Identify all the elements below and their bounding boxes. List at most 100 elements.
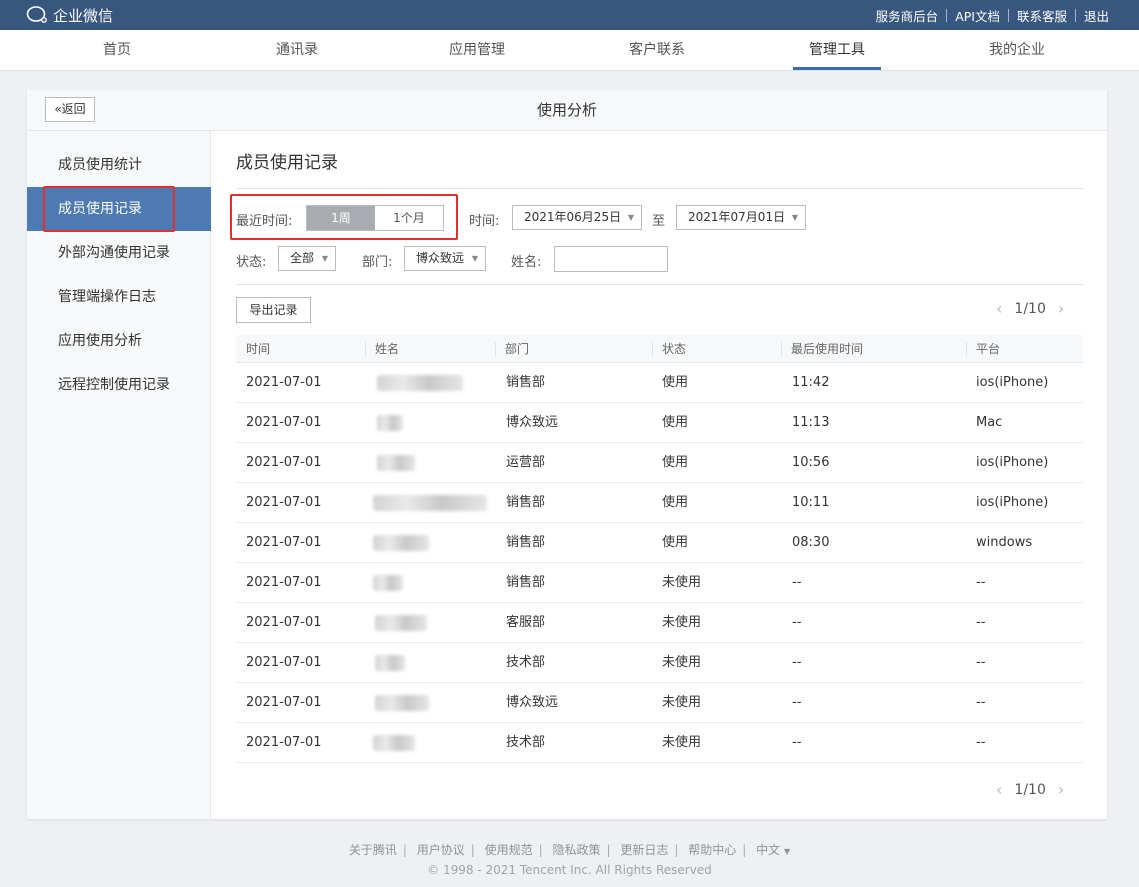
nav-home[interactable]: 首页 bbox=[73, 30, 161, 70]
cell-last-used: 11:42 bbox=[792, 375, 830, 390]
cell-last-used: -- bbox=[792, 655, 802, 670]
back-button[interactable]: «返回 bbox=[45, 97, 95, 122]
header-name: 姓名 bbox=[365, 335, 399, 363]
redacted-name bbox=[373, 735, 415, 751]
sidebar-item-app-analysis[interactable]: 应用使用分析 bbox=[27, 319, 211, 363]
cell-department: 博众致远 bbox=[506, 415, 559, 430]
recent-1week-option[interactable]: 1周 bbox=[307, 206, 375, 230]
pagination-bottom: ‹ 1/10 › bbox=[996, 780, 1064, 799]
redacted-name bbox=[377, 375, 463, 391]
department-label: 部门: bbox=[362, 255, 393, 270]
cell-last-used: -- bbox=[792, 575, 802, 590]
sidebar-item-external-records[interactable]: 外部沟通使用记录 bbox=[27, 231, 211, 275]
redacted-name bbox=[373, 535, 429, 551]
cell-department: 客服部 bbox=[506, 615, 546, 630]
nav-contacts[interactable]: 通讯录 bbox=[253, 30, 341, 70]
sidebar-item-remote-control[interactable]: 远程控制使用记录 bbox=[27, 363, 211, 407]
name-input[interactable] bbox=[554, 246, 668, 272]
cell-last-used: -- bbox=[792, 735, 802, 750]
table-row: 2021-07-01 销售部 使用 08:30 windows bbox=[236, 523, 1083, 563]
cell-last-used: 10:56 bbox=[792, 455, 830, 470]
caret-down-icon: ▼ bbox=[627, 213, 634, 222]
nav-my-company[interactable]: 我的企业 bbox=[973, 30, 1061, 70]
footer-link-help[interactable]: 帮助中心 bbox=[688, 843, 736, 857]
recent-1month-option[interactable]: 1个月 bbox=[375, 206, 443, 230]
date-to-select[interactable]: 2021年07月01日 ▼ bbox=[676, 205, 806, 230]
caret-down-icon: ▼ bbox=[471, 254, 478, 263]
language-select[interactable]: 中文 ▼ bbox=[756, 843, 790, 857]
prev-page-icon[interactable]: ‹ bbox=[996, 780, 1002, 799]
divider bbox=[946, 8, 948, 22]
contact-support-link[interactable]: 联系客服 bbox=[1017, 6, 1067, 25]
footer-link-about[interactable]: 关于腾讯 bbox=[349, 843, 397, 857]
department-select[interactable]: 博众致远 ▼ bbox=[404, 246, 486, 271]
nav-management-tools[interactable]: 管理工具 bbox=[793, 30, 881, 70]
export-records-button[interactable]: 导出记录 bbox=[236, 297, 311, 323]
language-label: 中文 bbox=[756, 843, 781, 857]
header-status: 状态 bbox=[652, 335, 686, 363]
cell-time: 2021-07-01 bbox=[246, 615, 322, 630]
cell-status: 使用 bbox=[662, 535, 689, 550]
cell-status: 使用 bbox=[662, 495, 689, 510]
cell-time: 2021-07-01 bbox=[246, 375, 322, 390]
usage-analysis-panel: «返回 使用分析 成员使用统计 成员使用记录 外部沟通使用记录 管理端操作日志 … bbox=[27, 90, 1107, 819]
table-header: 时间 姓名 部门 状态 最后使用时间 平台 bbox=[236, 335, 1083, 363]
date-to-value: 2021年07月01日 bbox=[688, 210, 786, 224]
cell-platform: ios(iPhone) bbox=[976, 455, 1049, 470]
cell-department: 博众致远 bbox=[506, 695, 559, 710]
sidebar-item-admin-logs[interactable]: 管理端操作日志 bbox=[27, 275, 211, 319]
cell-status: 使用 bbox=[662, 455, 689, 470]
caret-down-icon: ▼ bbox=[791, 213, 798, 222]
header-department: 部门 bbox=[495, 335, 529, 363]
cell-department: 销售部 bbox=[506, 575, 546, 590]
divider bbox=[1007, 8, 1009, 22]
cell-time: 2021-07-01 bbox=[246, 695, 322, 710]
next-page-icon[interactable]: › bbox=[1058, 299, 1064, 318]
redacted-name bbox=[375, 615, 427, 631]
prev-page-icon[interactable]: ‹ bbox=[996, 299, 1002, 318]
name-label: 姓名: bbox=[511, 255, 542, 270]
cell-platform: windows bbox=[976, 535, 1033, 550]
cell-time: 2021-07-01 bbox=[246, 535, 322, 550]
nav-app-management[interactable]: 应用管理 bbox=[433, 30, 521, 70]
logout-link[interactable]: 退出 bbox=[1084, 6, 1109, 25]
cell-status: 未使用 bbox=[662, 695, 702, 710]
status-label: 状态: bbox=[236, 255, 267, 270]
redacted-name bbox=[373, 575, 403, 591]
logo-text: 企业微信 bbox=[53, 6, 114, 25]
table-row: 2021-07-01 客服部 未使用 -- -- bbox=[236, 603, 1083, 643]
cell-time: 2021-07-01 bbox=[246, 735, 322, 750]
sidebar-item-member-records[interactable]: 成员使用记录 bbox=[27, 187, 211, 231]
footer-link-changelog[interactable]: 更新日志 bbox=[620, 843, 668, 857]
table-row: 2021-07-01 技术部 未使用 -- -- bbox=[236, 723, 1083, 763]
cell-department: 运营部 bbox=[506, 455, 546, 470]
cell-status: 未使用 bbox=[662, 575, 702, 590]
footer-link-agreement[interactable]: 用户协议 bbox=[417, 843, 465, 857]
cell-platform: -- bbox=[976, 615, 986, 630]
header-time: 时间 bbox=[246, 342, 271, 356]
logo[interactable]: 企业微信 bbox=[26, 5, 113, 25]
divider bbox=[236, 284, 1083, 285]
table-row: 2021-07-01 博众致远 未使用 -- -- bbox=[236, 683, 1083, 723]
service-provider-link[interactable]: 服务商后台 bbox=[876, 6, 939, 25]
cell-platform: ios(iPhone) bbox=[976, 495, 1049, 510]
recent-time-toggle: 1周 1个月 bbox=[306, 205, 444, 231]
cell-department: 销售部 bbox=[506, 535, 546, 550]
date-from-select[interactable]: 2021年06月25日 ▼ bbox=[512, 205, 642, 230]
sidebar-item-member-stats[interactable]: 成员使用统计 bbox=[27, 143, 211, 187]
api-docs-link[interactable]: API文档 bbox=[955, 6, 1000, 25]
next-page-icon[interactable]: › bbox=[1058, 780, 1064, 799]
footer-links: 关于腾讯 | 用户协议 | 使用规范 | 隐私政策 | 更新日志 | 帮助中心 | 中文 ▼ bbox=[348, 843, 791, 857]
double-chevron-left-icon: « bbox=[54, 102, 62, 116]
table-row: 2021-07-01 销售部 使用 10:11 ios(iPhone) bbox=[236, 483, 1083, 523]
header-platform: 平台 bbox=[966, 335, 1000, 363]
redacted-name bbox=[377, 455, 415, 471]
nav-customer-contact[interactable]: 客户联系 bbox=[613, 30, 701, 70]
cell-status: 未使用 bbox=[662, 615, 702, 630]
status-select[interactable]: 全部 ▼ bbox=[278, 246, 336, 271]
footer-link-privacy[interactable]: 隐私政策 bbox=[553, 843, 601, 857]
page-indicator: 1/10 bbox=[1014, 300, 1046, 317]
cell-department: 销售部 bbox=[506, 495, 546, 510]
footer-link-rules[interactable]: 使用规范 bbox=[485, 843, 533, 857]
to-label: 至 bbox=[652, 214, 666, 229]
